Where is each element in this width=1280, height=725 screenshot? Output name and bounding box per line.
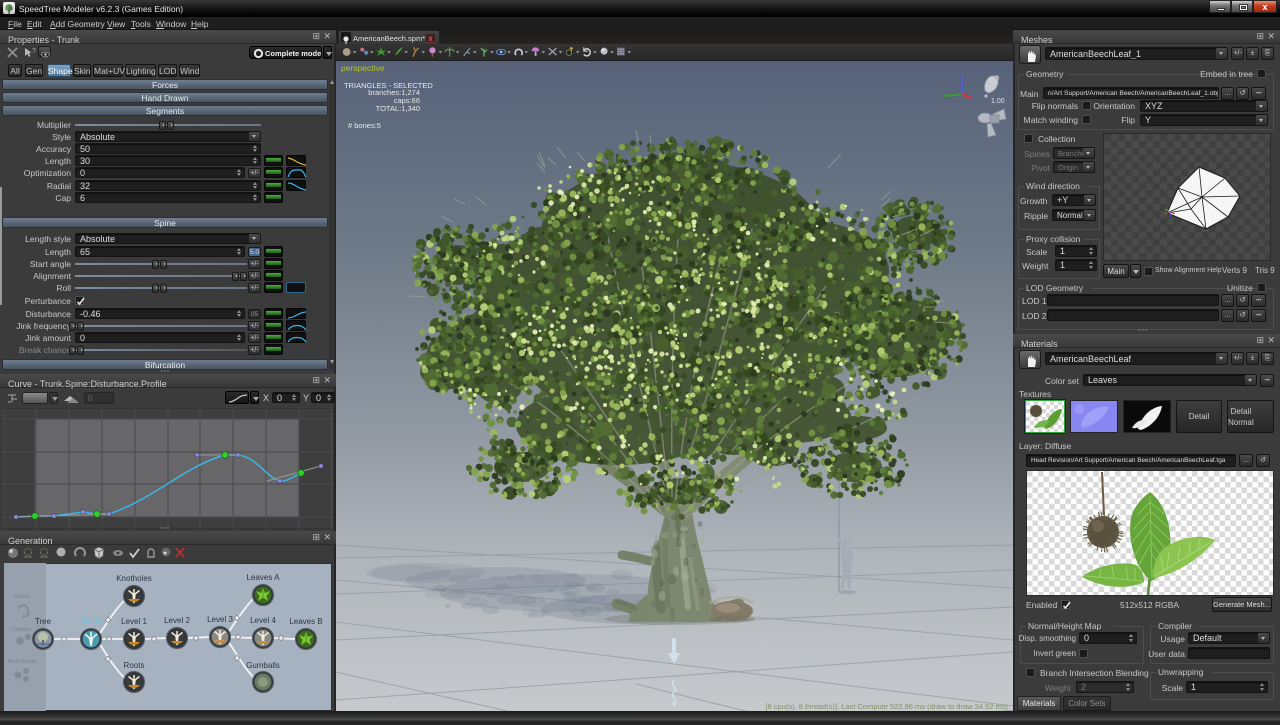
- svg-text:Forces: Forces: [14, 594, 30, 600]
- svg-text:Level 3: Level 3: [207, 615, 233, 624]
- svg-text:Level 1: Level 1: [121, 617, 147, 626]
- svg-text:?: ?: [32, 48, 36, 55]
- svg-text:Level 4: Level 4: [250, 616, 276, 625]
- svg-text:●: ●: [163, 550, 167, 557]
- svg-text:Leaves A: Leaves A: [247, 573, 281, 582]
- svg-text:Mesh Forces: Mesh Forces: [8, 659, 37, 665]
- svg-text:Roots: Roots: [124, 661, 145, 670]
- svg-text:Trunk: Trunk: [81, 617, 102, 626]
- svg-text:Knotholes: Knotholes: [116, 574, 152, 583]
- svg-text:Gumballs: Gumballs: [246, 661, 280, 670]
- svg-text:Leaves B: Leaves B: [289, 617, 322, 626]
- svg-text:Tree: Tree: [35, 617, 52, 626]
- svg-text:1.00: 1.00: [991, 98, 1005, 105]
- svg-text:Level 2: Level 2: [164, 616, 190, 625]
- svg-text:Collision: Collision: [12, 627, 31, 633]
